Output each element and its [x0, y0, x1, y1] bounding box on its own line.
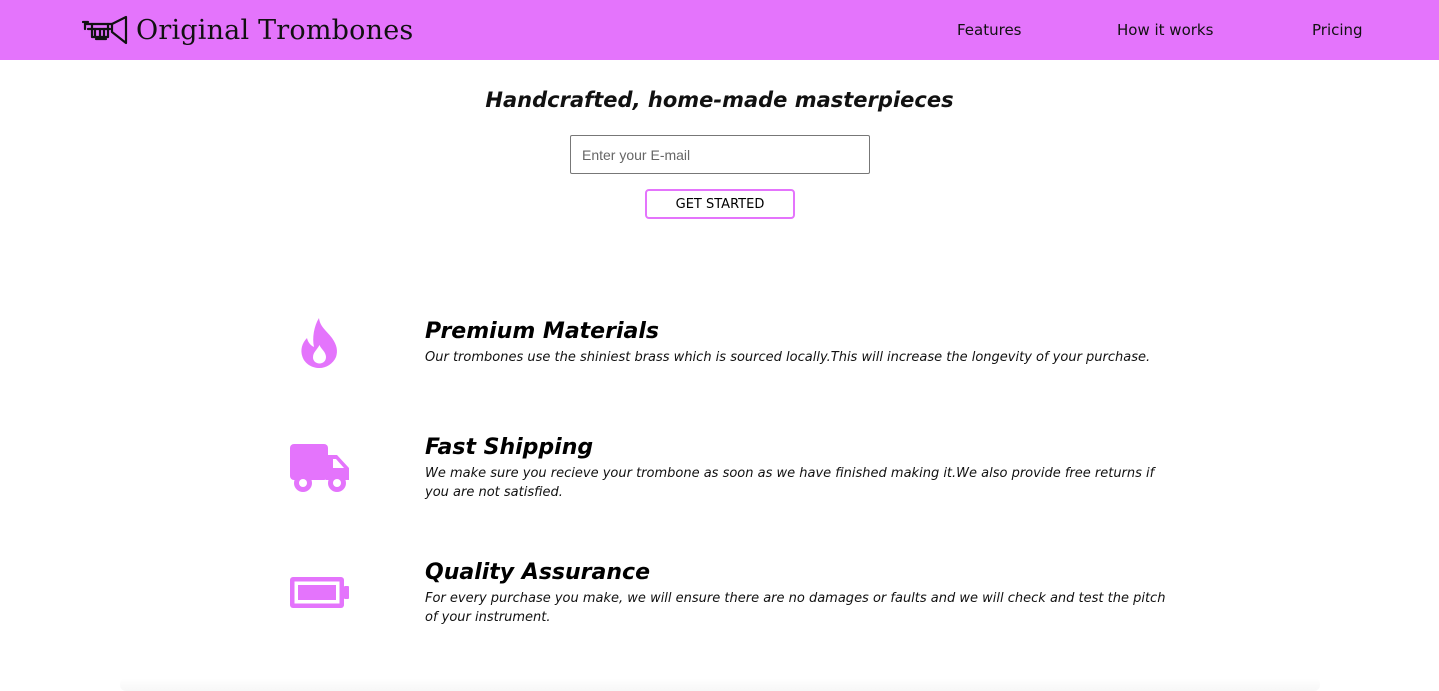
nav-link-pricing[interactable]: Pricing [1312, 21, 1363, 39]
brand-name: Original Trombones [136, 14, 414, 46]
nav-link-features[interactable]: Features [957, 21, 1022, 39]
site-header: Original Trombones Features How it works… [0, 0, 1439, 60]
battery-full-icon [289, 576, 351, 614]
section-divider [120, 678, 1320, 691]
feature-title: Quality Assurance [425, 560, 651, 585]
email-input[interactable] [570, 135, 870, 174]
hero-title: Handcrafted, home-made masterpieces [485, 88, 954, 112]
feature-title: Fast Shipping [425, 435, 594, 460]
truck-icon [289, 443, 351, 497]
get-started-button[interactable]: GET STARTED [645, 189, 795, 219]
fire-icon [300, 318, 339, 372]
feature-description: Our trombones use the shiniest brass whi… [425, 350, 1151, 365]
brand-logo[interactable]: Original Trombones [82, 11, 413, 49]
nav-link-how-it-works[interactable]: How it works [1117, 21, 1213, 39]
feature-description: We make sure you recieve your trombone a… [425, 466, 1155, 500]
feature-title: Premium Materials [425, 319, 659, 344]
trombone-icon [82, 15, 128, 45]
feature-description: For every purchase you make, we will ens… [425, 591, 1166, 625]
